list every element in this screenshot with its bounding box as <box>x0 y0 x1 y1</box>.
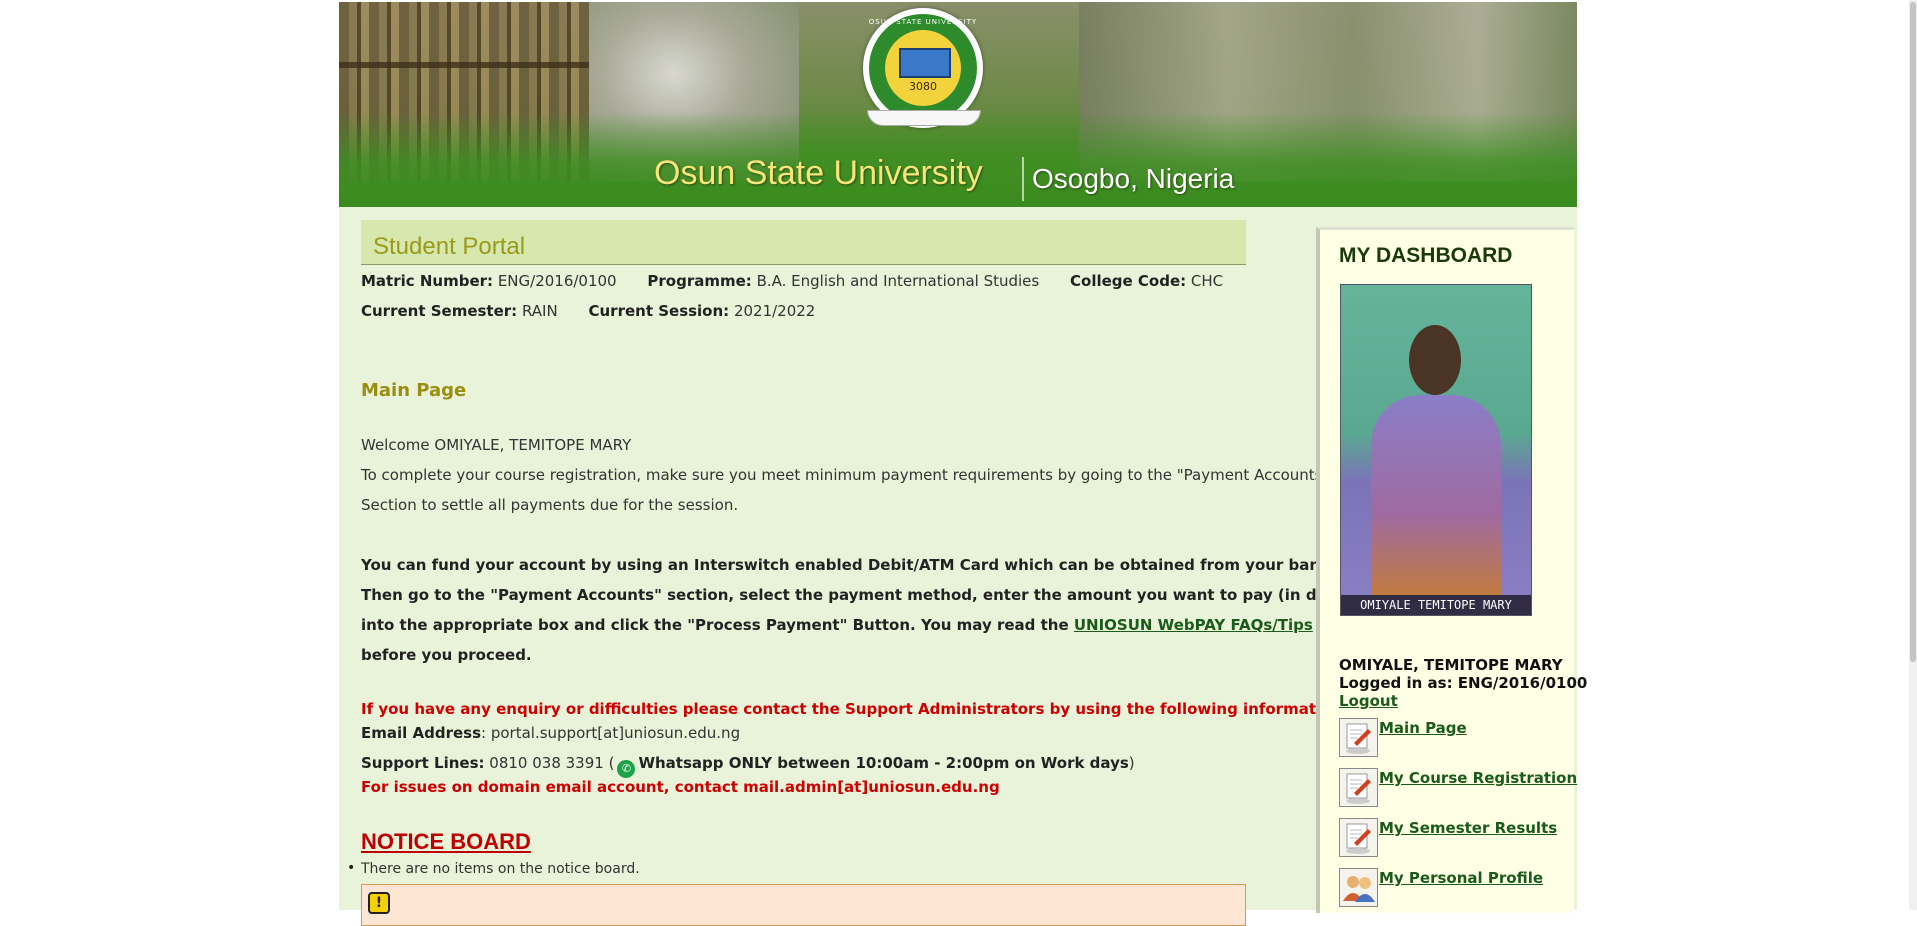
session-label: Current Session: <box>588 302 730 320</box>
current-semester: Current Semester: RAIN <box>361 302 558 320</box>
intro-line-1: To complete your course registration, ma… <box>361 466 1330 484</box>
logged-in-as: Logged in as: ENG/2016/0100 <box>1339 674 1588 692</box>
semester-label: Current Semester: <box>361 302 518 320</box>
page-scrollbar[interactable] <box>1909 0 1917 910</box>
photo-caption: OMIYALE TEMITOPE MARY <box>1341 595 1531 615</box>
menu-item-semester-results[interactable]: My Semester Results <box>1339 818 1569 858</box>
whatsapp-icon: ✆ <box>617 760 636 778</box>
warning-box: ! <box>361 884 1246 926</box>
student-info-row-1: Matric Number: ENG/2016/0100 Programme: … <box>361 272 1249 290</box>
matric-label: Matric Number: <box>361 272 494 290</box>
programme-label: Programme: <box>647 272 752 290</box>
photo-head <box>1409 325 1461 395</box>
university-seal-logo: OSUN STATE UNIVERSITY 3080 <box>863 8 983 128</box>
portal-title: Student Portal <box>373 233 526 260</box>
menu-label-course-registration[interactable]: My Course Registration <box>1379 769 1577 787</box>
matric-value: ENG/2016/0100 <box>497 272 617 290</box>
menu-item-personal-profile[interactable]: My Personal Profile <box>1339 868 1569 908</box>
fund-line-3-text: into the appropriate box and click the "… <box>361 616 1074 634</box>
support-label: Support Lines: <box>361 754 485 772</box>
notice-board-title: NOTICE BOARD <box>361 829 531 854</box>
enquiry-text: If you have any enquiry or difficulties … <box>361 700 1349 718</box>
whatsapp-hours: Whatsapp ONLY between 10:00am - 2:00pm o… <box>638 754 1129 772</box>
email-address-row: Email Address: portal.support[at]uniosun… <box>361 724 740 742</box>
fund-line-4: before you proceed. <box>361 646 532 664</box>
support-number: 0810 038 3391 ( <box>484 754 615 772</box>
programme-value: B.A. English and International Studies <box>756 272 1040 290</box>
university-location: Osogbo, Nigeria <box>1032 163 1235 194</box>
email-label: Email Address <box>361 724 482 742</box>
portal-header: Student Portal <box>361 220 1246 265</box>
seal-text: OSUN STATE UNIVERSITY <box>868 18 978 26</box>
student-info-row-2: Current Semester: RAIN Current Session: … <box>361 302 841 320</box>
menu-label-semester-results[interactable]: My Semester Results <box>1379 819 1557 837</box>
dashboard-sidebar: MY DASHBOARD OMIYALE TEMITOPE MARY OMIYA… <box>1316 227 1587 913</box>
user-name: OMIYALE, TEMITOPE MARY <box>1339 656 1563 674</box>
scrollbar-thumb[interactable] <box>1910 2 1916 662</box>
current-session: Current Session: 2021/2022 <box>588 302 815 320</box>
college-value: CHC <box>1190 272 1224 290</box>
notice-empty-item: There are no items on the notice board. <box>347 860 640 877</box>
menu-label-main-page[interactable]: Main Page <box>1379 719 1467 737</box>
edit-document-icon <box>1339 818 1378 857</box>
menu-item-main-page[interactable]: Main Page <box>1339 718 1569 758</box>
logout-link[interactable]: Logout <box>1339 692 1398 710</box>
warning-icon: ! <box>368 892 390 914</box>
banner-divider <box>1022 157 1024 201</box>
college-code: College Code: CHC <box>1070 272 1223 290</box>
edit-document-icon <box>1339 768 1378 807</box>
fund-line-3: into the appropriate box and click the "… <box>361 616 1313 634</box>
programme: Programme: B.A. English and Internationa… <box>647 272 1039 290</box>
domain-email-issue: For issues on domain email account, cont… <box>361 778 1000 796</box>
webpay-faq-link[interactable]: UNIOSUN WebPAY FAQs/Tips <box>1074 616 1313 634</box>
welcome-text: Welcome OMIYALE, TEMITOPE MARY <box>361 436 632 454</box>
fund-line-1: You can fund your account by using an In… <box>361 556 1336 574</box>
users-icon <box>1339 868 1378 907</box>
dashboard-title: MY DASHBOARD <box>1339 244 1513 267</box>
college-label: College Code: <box>1070 272 1187 290</box>
email-value: : portal.support[at]uniosun.edu.ng <box>481 724 741 742</box>
university-banner: OSUN STATE UNIVERSITY 3080 Osun State Un… <box>339 2 1577 207</box>
menu-label-personal-profile[interactable]: My Personal Profile <box>1379 869 1543 887</box>
photo-body <box>1371 395 1501 595</box>
seal-number: 3080 <box>909 80 937 93</box>
edit-document-icon <box>1339 718 1378 757</box>
book-icon <box>899 48 951 78</box>
matric-number: Matric Number: ENG/2016/0100 <box>361 272 617 290</box>
fund-line-2: Then go to the "Payment Accounts" sectio… <box>361 586 1361 604</box>
semester-value: RAIN <box>521 302 558 320</box>
shelf-divider <box>339 62 589 68</box>
session-value: 2021/2022 <box>733 302 816 320</box>
support-lines-row: Support Lines: 0810 038 3391 (✆ Whatsapp … <box>361 754 1135 778</box>
university-name: Osun State University <box>654 154 983 192</box>
support-close-paren: ) <box>1128 754 1135 772</box>
page-container: OSUN STATE UNIVERSITY 3080 Osun State Un… <box>339 2 1587 926</box>
student-photo: OMIYALE TEMITOPE MARY <box>1340 284 1532 616</box>
intro-line-2: Section to settle all payments due for t… <box>361 496 739 514</box>
page-title: Main Page <box>361 380 467 401</box>
menu-item-course-registration[interactable]: My Course Registration <box>1339 768 1577 808</box>
seal-ribbon <box>867 110 981 126</box>
